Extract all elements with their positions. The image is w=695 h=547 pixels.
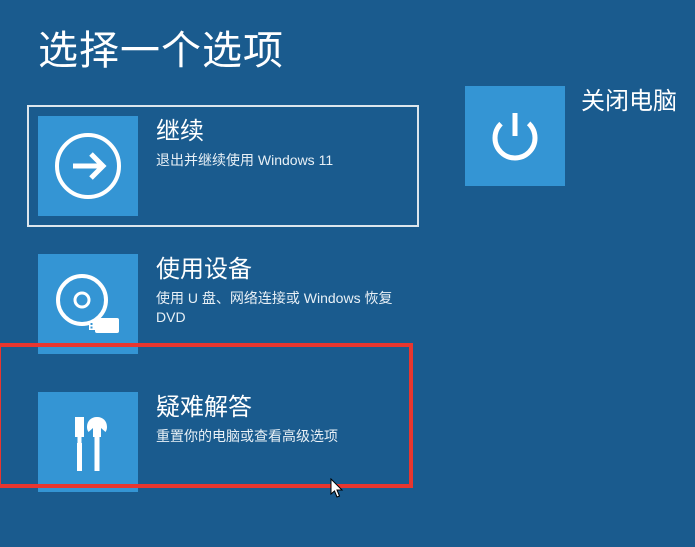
continue-tile[interactable]: 继续 退出并继续使用 Windows 11	[28, 106, 418, 226]
continue-icon-box	[38, 116, 138, 216]
options-area: 继续 退出并继续使用 Windows 11 使用设备 使用 U 盘、网络连接或 …	[0, 76, 695, 502]
use-device-icon-box	[38, 254, 138, 354]
continue-title: 继续	[156, 118, 408, 147]
troubleshoot-desc: 重置你的电脑或查看高级选项	[156, 427, 408, 447]
use-device-text: 使用设备 使用 U 盘、网络连接或 Windows 恢复 DVD	[138, 244, 418, 328]
use-device-desc: 使用 U 盘、网络连接或 Windows 恢复 DVD	[156, 289, 408, 328]
power-icon	[485, 106, 545, 166]
shutdown-icon-box	[465, 86, 565, 186]
shutdown-title: 关闭电脑	[581, 88, 677, 117]
arrow-right-icon	[53, 131, 123, 201]
shutdown-tile[interactable]: 关闭电脑	[465, 76, 677, 186]
use-device-title: 使用设备	[156, 256, 408, 285]
troubleshoot-text: 疑难解答 重置你的电脑或查看高级选项	[138, 382, 418, 446]
use-device-tile[interactable]: 使用设备 使用 U 盘、网络连接或 Windows 恢复 DVD	[28, 244, 418, 364]
troubleshoot-title: 疑难解答	[156, 394, 408, 423]
troubleshoot-icon-box	[38, 392, 138, 492]
disc-usb-icon	[52, 268, 124, 340]
troubleshoot-tile[interactable]: 疑难解答 重置你的电脑或查看高级选项	[28, 382, 418, 502]
continue-text: 继续 退出并继续使用 Windows 11	[138, 106, 418, 170]
shutdown-text: 关闭电脑	[565, 76, 677, 121]
tools-icon	[57, 411, 119, 473]
page-title: 选择一个选项	[0, 0, 695, 76]
continue-desc: 退出并继续使用 Windows 11	[156, 151, 408, 171]
